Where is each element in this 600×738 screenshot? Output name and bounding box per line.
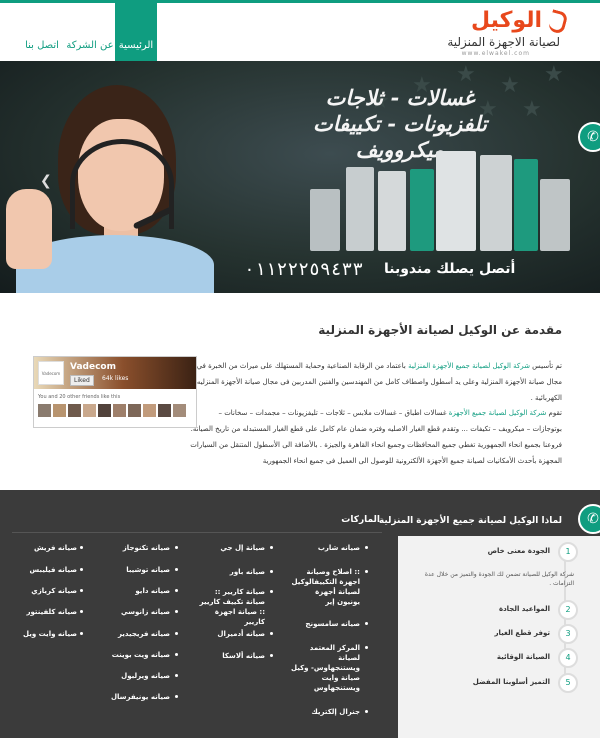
feature-description: شركة الوكيل للصيانة تضمن لك الجودة والتم… bbox=[424, 571, 574, 587]
thumbs-up-icon bbox=[6, 189, 52, 269]
fb-like-count: 64k likes bbox=[102, 375, 129, 382]
logo-url: www.elwakel.com bbox=[461, 50, 530, 57]
intro-title: مقدمة عن الوكيل لصيانة الأجهزة المنزلية bbox=[318, 323, 562, 337]
nav-about[interactable]: عن الشركة bbox=[66, 3, 114, 61]
brand-link[interactable]: صيانه فريجيدير bbox=[100, 629, 170, 639]
feature-item: 5 التميز أسلوبنا المفضل bbox=[418, 673, 578, 695]
intro-paragraph-1: تم تأسيس شركة الوكيل لصيانة جميع الأجهزة… bbox=[196, 362, 562, 402]
avatar bbox=[128, 404, 141, 417]
bullet-icon bbox=[175, 546, 178, 549]
avatar bbox=[173, 404, 186, 417]
brand-link[interactable]: صيانه كلفينتور bbox=[17, 607, 77, 617]
fb-avatar[interactable]: Vadecom bbox=[38, 361, 64, 385]
bullet-icon bbox=[80, 589, 83, 592]
logo-mark-icon bbox=[547, 9, 569, 35]
bullet-icon bbox=[175, 568, 178, 571]
bullet-icon bbox=[175, 632, 178, 635]
features-title: لماذا الوكيل لصيانة جميع الأجهزة المنزلي… bbox=[378, 516, 562, 526]
brand-link[interactable]: صيانه سامسونج bbox=[290, 619, 360, 629]
site-header: الرئيسية عن الشركة اتصل بنا الوكيل لصيان… bbox=[0, 3, 600, 61]
brand-link[interactable]: صيانه أدميرال bbox=[195, 629, 265, 639]
brand-link[interactable]: صيانه فيليبس bbox=[17, 565, 77, 575]
whatsapp-icon[interactable]: ✆ bbox=[578, 504, 600, 534]
bullet-icon bbox=[270, 632, 273, 635]
avatar bbox=[53, 404, 66, 417]
bullet-icon bbox=[270, 570, 273, 573]
slider-cta-text: أتصل يصلك مندوبنا bbox=[384, 261, 516, 277]
avatar bbox=[143, 404, 156, 417]
brands-title: الماركات bbox=[341, 515, 380, 525]
bullet-icon bbox=[365, 570, 368, 573]
avatar bbox=[113, 404, 126, 417]
hero-slider[interactable]: ★ ★ ★ ★ ★ ★ ★ غسالات - ثلاجات تلفزيونات … bbox=[0, 61, 600, 293]
bullet-icon bbox=[365, 546, 368, 549]
bullet-icon bbox=[175, 695, 178, 698]
avatar bbox=[83, 404, 96, 417]
bullet-icon bbox=[365, 622, 368, 625]
brand-link[interactable]: صيانه وايت ويل bbox=[17, 629, 77, 639]
avatar bbox=[98, 404, 111, 417]
intro-body: تم تأسيس شركة الوكيل لصيانة جميع الأجهزة… bbox=[187, 359, 562, 470]
chevron-left-icon[interactable]: ❮ bbox=[40, 173, 52, 189]
brand-link[interactable]: صيانه يونيفرسال bbox=[100, 692, 170, 702]
feature-item: 3 توفر قطع الغيار bbox=[418, 624, 578, 646]
bullet-icon bbox=[365, 646, 368, 649]
bullet-icon bbox=[270, 654, 273, 657]
brand-link[interactable]: صيانه كريازي bbox=[17, 586, 77, 596]
brand-link[interactable]: صيانه توشيبا bbox=[100, 565, 170, 575]
feature-item: 4 الصيانة الوقائية bbox=[418, 648, 578, 670]
bullet-icon bbox=[270, 590, 273, 593]
nav-home[interactable]: الرئيسية bbox=[115, 3, 157, 61]
avatar bbox=[158, 404, 171, 417]
brand-link[interactable]: صيانه فريش bbox=[17, 543, 77, 553]
bullet-icon bbox=[175, 589, 178, 592]
whatsapp-icon[interactable]: ✆ bbox=[578, 122, 600, 152]
brand-link[interactable]: صيانه دايو bbox=[100, 586, 170, 596]
brand-link[interactable]: المركز المعتمد لصيانة ويستنجهاوس- وكيل ص… bbox=[290, 643, 360, 693]
avatar bbox=[38, 404, 51, 417]
brand-link[interactable]: صيانه باور bbox=[195, 567, 265, 577]
bullet-icon bbox=[270, 546, 273, 549]
brand-link[interactable]: :: اصلاح وصيانة اجهزة التكييفالوكيل لصيا… bbox=[290, 567, 360, 607]
fb-friend-faces bbox=[38, 404, 193, 418]
bullet-icon bbox=[80, 568, 83, 571]
brand-link[interactable]: صيانه شارب bbox=[290, 543, 360, 553]
logo-subtitle: لصيانة الاجهزة المنزلية bbox=[447, 35, 560, 49]
fb-friends-text: You and 20 other friends like this bbox=[38, 394, 121, 400]
support-agent-image bbox=[0, 79, 220, 293]
company-link[interactable]: شركة الوكيل لصيانة جميع الأجهزة bbox=[449, 409, 547, 417]
brand-link[interactable]: جنرال إلكتريك bbox=[290, 707, 360, 717]
feature-item: 2 المواعيد الجادة bbox=[418, 600, 578, 622]
brand-link[interactable]: صيانة كاريير :: صيانة تكييف كاريير :: صي… bbox=[195, 587, 265, 627]
bullet-icon bbox=[80, 610, 83, 613]
brand-link[interactable]: صيانه ويرلبول bbox=[100, 671, 170, 681]
intro-paragraph-2: تقوم شركة الوكيل لصيانة جميع الأجهزة غسا… bbox=[190, 409, 562, 434]
company-link[interactable]: شركة الوكيل لصيانة جميع الأجهزة المنزلية bbox=[408, 362, 530, 370]
brand-link[interactable]: صيانة إل جي bbox=[195, 543, 265, 553]
intro-paragraph-3: فروعنا بجميع انحاء الجمهورية تغطي جميع ا… bbox=[190, 440, 562, 465]
bullet-icon bbox=[365, 710, 368, 713]
appliances-image bbox=[306, 151, 572, 251]
facebook-like-box[interactable]: Vadecom Vadecom Liked 64k likes You and … bbox=[33, 356, 197, 428]
site-logo[interactable]: الوكيل لصيانة الاجهزة المنزلية www.elwak… bbox=[400, 8, 569, 59]
slider-line-2: تلفزيونات - تكييفات bbox=[313, 111, 487, 136]
slider-line-1: غسالات - ثلاجات bbox=[325, 85, 475, 110]
bullet-icon bbox=[175, 674, 178, 677]
brand-link[interactable]: صيانه زانوسي bbox=[100, 607, 170, 617]
bullet-icon bbox=[175, 653, 178, 656]
brand-link[interactable]: صيانه ويت بوينت bbox=[100, 650, 170, 660]
brand-link[interactable]: صيانه ألاسكا bbox=[195, 651, 265, 661]
nav-contact[interactable]: اتصل بنا bbox=[22, 3, 62, 61]
bullet-icon bbox=[80, 546, 83, 549]
avatar bbox=[68, 404, 81, 417]
bullet-icon bbox=[80, 632, 83, 635]
slider-phone-number[interactable]: ٠١١٢٢٢٥٩٤٣٣ bbox=[244, 259, 363, 280]
divider bbox=[12, 532, 382, 533]
fb-page-name[interactable]: Vadecom bbox=[70, 362, 116, 372]
feature-item: 1 الجودة معنى خاص bbox=[418, 542, 578, 564]
brand-link[interactable]: صيانه تكنوجاز bbox=[100, 543, 170, 553]
bullet-icon bbox=[175, 610, 178, 613]
fb-like-button[interactable]: Liked bbox=[70, 375, 94, 386]
logo-title: الوكيل bbox=[470, 8, 542, 33]
